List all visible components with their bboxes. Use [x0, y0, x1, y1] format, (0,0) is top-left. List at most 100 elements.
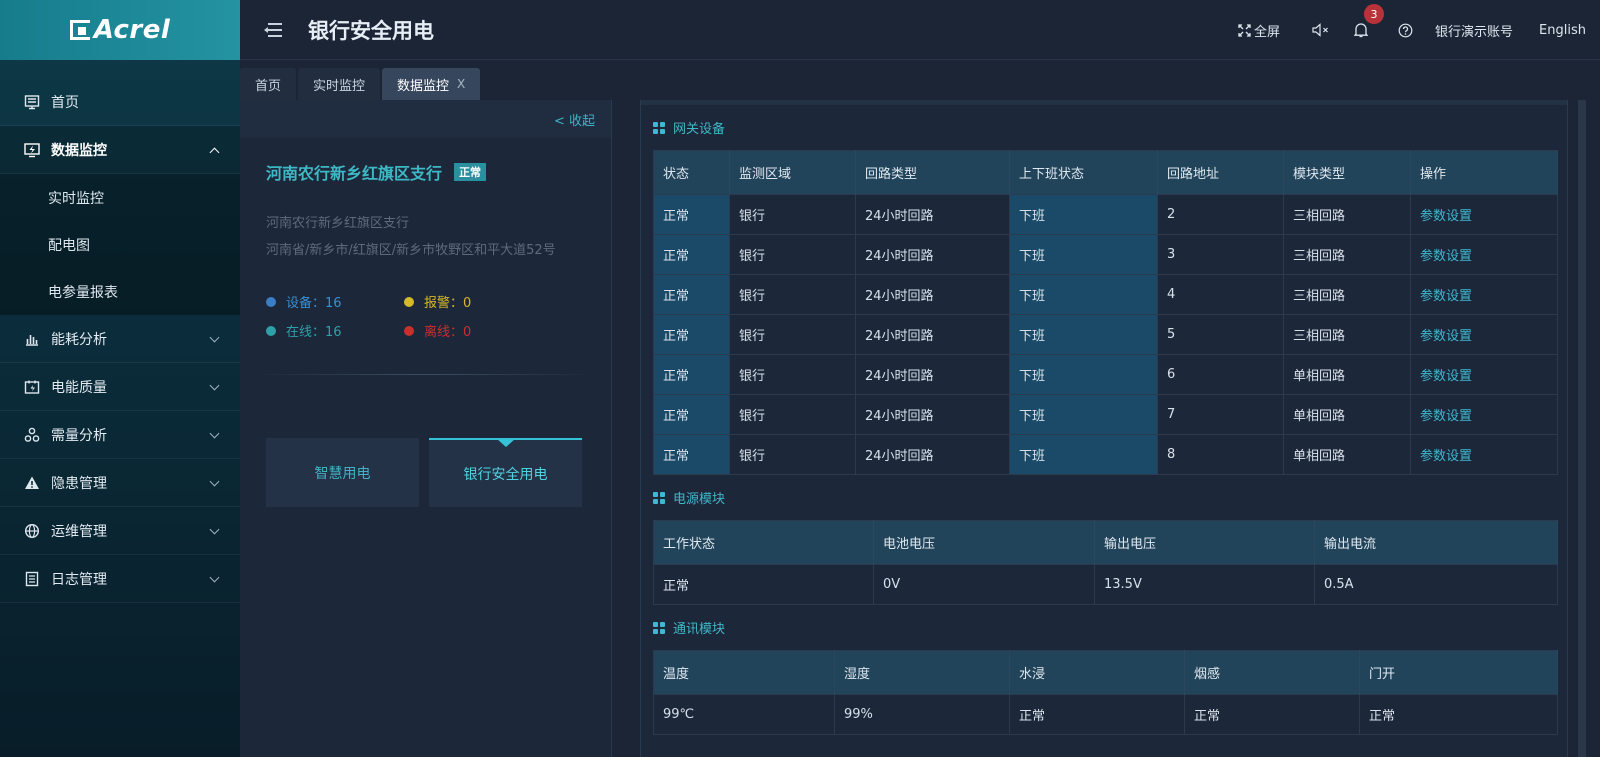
fullscreen-icon: [1238, 23, 1251, 37]
card-bank-safety[interactable]: 银行安全用电: [429, 438, 582, 507]
column-header: 湿度: [834, 650, 1010, 695]
param-settings-link[interactable]: 参数设置: [1410, 274, 1558, 315]
menu-toggle-icon[interactable]: [264, 22, 282, 37]
table-row: 正常 银行 24小时回路 下班 6 单相回路 参数设置: [653, 354, 1558, 395]
branch-address: 河南省/新乡市/红旗区/新乡市牧野区和平大道52号: [266, 243, 556, 258]
tab-data-monitor[interactable]: 数据监控 X: [382, 68, 481, 100]
sidebar-item-data-monitor[interactable]: 数据监控: [0, 126, 240, 174]
table-cell: 正常: [653, 274, 730, 315]
param-settings-link[interactable]: 参数设置: [1410, 394, 1558, 435]
branch-panel: < 收起 河南农行新乡红旗区支行 正常 河南农行新乡红旗区支行 河南省/新乡市/…: [240, 100, 612, 757]
card-smart-power[interactable]: 智慧用电: [266, 438, 419, 507]
account-menu[interactable]: 银行演示账号: [1435, 21, 1513, 40]
table-row: 正常 银行 24小时回路 下班 5 三相回路 参数设置: [653, 314, 1558, 355]
table-cell: 0V: [873, 564, 1095, 605]
sidebar-item-home[interactable]: 首页: [0, 78, 240, 126]
nodes-icon: [24, 427, 40, 443]
sidebar-item-quality[interactable]: 电能质量: [0, 363, 240, 411]
column-header: 回路类型: [855, 150, 1010, 195]
logo-text: Acrel: [93, 15, 171, 45]
table-cell: 5: [1157, 314, 1284, 355]
table-cell: 银行: [729, 354, 856, 395]
log-icon: [24, 571, 40, 587]
param-settings-link[interactable]: 参数设置: [1410, 354, 1558, 395]
table-cell: 三相回路: [1283, 194, 1411, 235]
sidebar-subitem-realtime[interactable]: 实时监控: [0, 174, 240, 221]
grid-icon: [653, 621, 665, 634]
comm-section-title: 通讯模块: [653, 618, 725, 637]
mute-button[interactable]: [1312, 23, 1330, 37]
table-cell: 24小时回路: [855, 194, 1010, 235]
section-title-text: 网关设备: [673, 122, 726, 137]
panel-topbar: < 收起: [240, 100, 611, 138]
mode-cards: 智慧用电 银行安全用电: [266, 438, 592, 507]
sidebar-item-operation[interactable]: 运维管理: [0, 507, 240, 555]
table-header-row: 温度 湿度 水浸 烟感 门开: [653, 650, 1558, 695]
sidebar-item-label: 数据监控: [51, 142, 107, 159]
param-settings-link[interactable]: 参数设置: [1410, 194, 1558, 235]
column-header: 监测区域: [729, 150, 856, 195]
fullscreen-button[interactable]: 全屏: [1238, 21, 1280, 40]
sidebar-item-label: 隐患管理: [51, 475, 107, 492]
table-cell: 3: [1157, 234, 1284, 275]
section-title-text: 通讯模块: [673, 622, 726, 637]
sidebar-item-energy[interactable]: 能耗分析: [0, 315, 240, 363]
stat-online: 在线：16: [266, 321, 404, 340]
device-stats: 设备：16 报警：0 在线：16 离线：0: [266, 292, 611, 340]
table-cell: 银行: [729, 394, 856, 435]
tab-home[interactable]: 首页: [240, 68, 297, 100]
table-row: 正常 银行 24小时回路 下班 7 单相回路 参数设置: [653, 394, 1558, 435]
table-row: 正常 银行 24小时回路 下班 4 三相回路 参数设置: [653, 274, 1558, 315]
table-cell: 银行: [729, 434, 856, 475]
language-switch[interactable]: English: [1539, 23, 1586, 38]
collapse-button[interactable]: < 收起: [554, 110, 595, 129]
param-settings-link[interactable]: 参数设置: [1410, 314, 1558, 355]
table-cell: 单相回路: [1283, 434, 1411, 475]
scrollbar[interactable]: [1568, 100, 1600, 757]
online-dot-icon: [266, 325, 276, 336]
tab-realtime[interactable]: 实时监控: [298, 68, 381, 100]
table-cell: 0.5A: [1314, 564, 1558, 605]
sidebar-item-log[interactable]: 日志管理: [0, 555, 240, 603]
table-cell: 24小时回路: [855, 354, 1010, 395]
brand-logo: Acrel: [69, 15, 171, 45]
table-cell: 正常: [653, 234, 730, 275]
power-section-title: 电源模块: [653, 488, 725, 507]
param-settings-link[interactable]: 参数设置: [1410, 234, 1558, 275]
table-cell: 24小时回路: [855, 434, 1010, 475]
tab-label: 实时监控: [313, 78, 366, 94]
table-cell: 2: [1157, 194, 1284, 235]
table-cell: 正常: [653, 564, 874, 605]
sidebar-subitem-report[interactable]: 电参量报表: [0, 268, 240, 315]
stat-text: 设备：16: [286, 296, 342, 311]
tab-close-icon[interactable]: X: [457, 77, 465, 91]
column-header: 门开: [1359, 650, 1558, 695]
help-button[interactable]: [1398, 23, 1413, 38]
grid-icon: [653, 491, 665, 504]
table-cell: 24小时回路: [855, 394, 1010, 435]
sidebar-item-label: 需量分析: [51, 427, 107, 444]
stat-text: 离线：0: [424, 325, 472, 340]
branch-name: 河南农行新乡红旗区支行: [266, 164, 443, 183]
table-cell: 银行: [729, 274, 856, 315]
column-header: 电池电压: [873, 520, 1095, 565]
table-cell: 下班: [1009, 434, 1158, 475]
grid-icon: [653, 121, 665, 134]
column-header: 温度: [653, 650, 835, 695]
notification-button[interactable]: 3: [1354, 4, 1385, 38]
speaker-mute-icon: [1312, 23, 1330, 37]
sidebar-item-label: 能耗分析: [51, 331, 107, 348]
param-settings-link[interactable]: 参数设置: [1410, 434, 1558, 475]
sidebar-subitem-distribution[interactable]: 配电图: [0, 221, 240, 268]
logo: Acrel: [0, 0, 240, 60]
gateway-table: 状态 监测区域 回路类型 上下班状态 回路地址 模块类型 操作 正常 银行 24小时…: [653, 150, 1558, 475]
chevron-down-icon: [209, 524, 220, 535]
table-cell: 下班: [1009, 194, 1158, 235]
bar-chart-icon: [24, 331, 40, 347]
tab-label: 首页: [255, 78, 282, 94]
sidebar-item-hazard[interactable]: 隐患管理: [0, 459, 240, 507]
scrollbar-thumb[interactable]: [1578, 100, 1586, 757]
sidebar-item-demand[interactable]: 需量分析: [0, 411, 240, 459]
table-cell: 24小时回路: [855, 274, 1010, 315]
table-cell: 4: [1157, 274, 1284, 315]
